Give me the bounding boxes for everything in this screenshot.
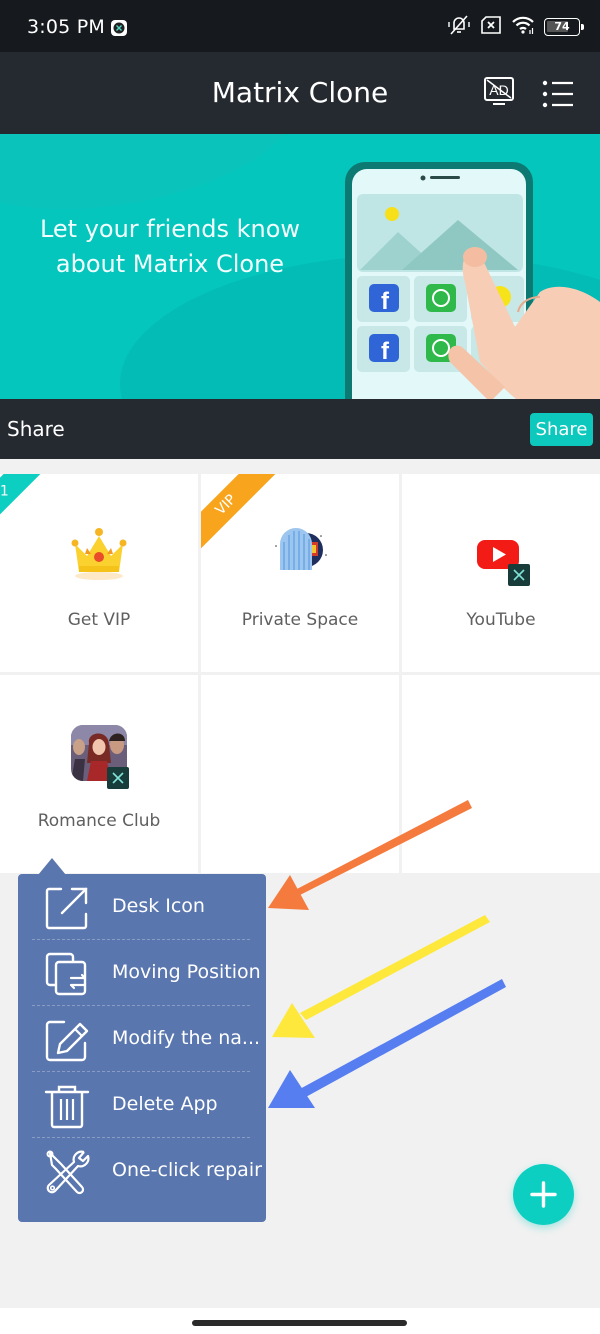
cell-label: Private Space [241, 610, 359, 630]
crown-icon [71, 528, 127, 580]
banner-text: Let your friends know about Matrix Clone [20, 212, 320, 282]
app-bar: Matrix Clone AD [0, 52, 600, 134]
banner-text-line2: about Matrix Clone [55, 250, 285, 278]
menu-item-one-click-repair[interactable]: One-click repair [18, 1138, 266, 1204]
battery-tip [581, 24, 584, 30]
battery-level: 74 [554, 20, 570, 33]
svg-text:f: f [381, 288, 390, 315]
count-badge-text: 1 [0, 483, 9, 500]
menu-item-label: Modify the na... [112, 1027, 261, 1049]
blue-arrow [268, 979, 506, 1108]
clone-badge-icon [508, 564, 530, 586]
count-badge: 1 [0, 474, 48, 546]
yellow-arrow [272, 915, 490, 1038]
cell-label: YouTube [466, 610, 536, 630]
battery-icon: 74 [544, 18, 584, 36]
share-button[interactable]: Share [530, 413, 593, 446]
menu-item-label: One-click repair [112, 1159, 262, 1181]
app-context-menu: Desk Icon Moving Position Modify the na.… [18, 874, 266, 1222]
edit-icon [45, 1020, 89, 1062]
banner-text-line1: Let your friends know [39, 215, 301, 243]
home-indicator[interactable] [192, 1320, 407, 1326]
grid-cell-youtube[interactable]: YouTube [402, 474, 600, 672]
status-time: 3:05 PM [27, 16, 105, 38]
list-menu-button[interactable] [541, 79, 575, 109]
list-menu-icon [542, 80, 573, 108]
external-link-icon [45, 887, 88, 930]
repair-tools-icon [46, 1150, 90, 1195]
clone-badge-icon [107, 767, 129, 789]
trash-icon [44, 1085, 90, 1129]
phone-illustration: f f [345, 162, 600, 399]
grid-cell-empty [201, 675, 399, 873]
app-grid: 1 Get VIP VIP Private Space YouTube Roma… [0, 474, 600, 874]
cell-label: Romance Club [37, 811, 161, 831]
menu-item-modify-name[interactable]: Modify the na... [18, 1006, 266, 1072]
menu-item-desk-icon[interactable]: Desk Icon [18, 874, 266, 940]
move-copy-icon [45, 952, 87, 996]
menu-item-label: Desk Icon [112, 895, 205, 917]
wifi-icon [511, 15, 535, 39]
private-space-icon [275, 528, 327, 570]
sim-missing-icon [480, 16, 502, 38]
vibrate-off-icon [447, 14, 471, 40]
plus-icon [530, 1181, 557, 1208]
share-label: Share [7, 417, 65, 441]
grid-cell-empty [402, 675, 600, 873]
cell-label: Get VIP [67, 610, 131, 630]
grid-cell-private-space[interactable]: VIP Private Space [201, 474, 399, 672]
status-icons: 74 [447, 14, 584, 40]
menu-item-label: Moving Position [112, 961, 261, 983]
menu-item-moving-position[interactable]: Moving Position [18, 940, 266, 1006]
system-nav-area [0, 1308, 600, 1334]
menu-item-delete-app[interactable]: Delete App [18, 1072, 266, 1138]
app-notification-icon [111, 20, 127, 36]
vip-badge-text: VIP [212, 491, 240, 519]
ad-block-button[interactable]: AD [483, 76, 515, 110]
grid-cell-get-vip[interactable]: 1 Get VIP [0, 474, 198, 672]
share-promo-banner[interactable]: Let your friends know about Matrix Clone… [0, 134, 600, 399]
grid-cell-romance-club[interactable]: Romance Club [0, 675, 198, 873]
ad-block-icon: AD [484, 77, 514, 105]
svg-text:f: f [381, 338, 390, 365]
popup-caret [38, 858, 66, 875]
status-bar: 3:05 PM 74 [0, 0, 600, 52]
add-app-button[interactable] [513, 1164, 574, 1225]
share-bar: Share Share [0, 399, 600, 459]
menu-item-label: Delete App [112, 1093, 218, 1115]
